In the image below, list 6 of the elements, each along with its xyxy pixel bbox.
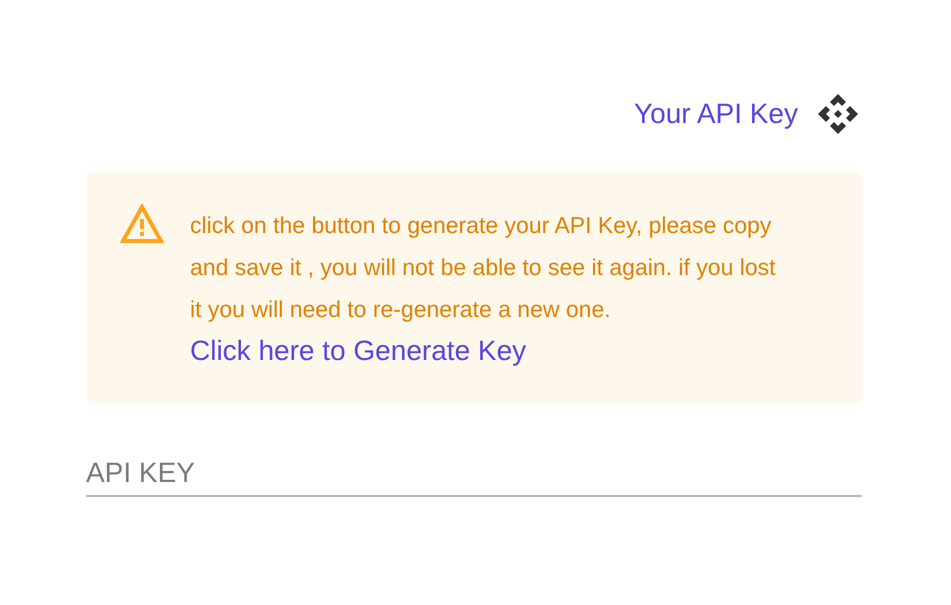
api-key-field[interactable]: API KEY <box>86 455 862 497</box>
generate-key-link[interactable]: Click here to Generate Key <box>190 335 526 366</box>
warning-icon <box>120 204 164 244</box>
alert-message: click on the button to generate your API Key, please copy and save it , you will not be able to see it again. if you lost it you will need to re-generate a new one. Click here to Generate Key <box>190 211 777 368</box>
diamond-cluster-icon <box>816 92 860 136</box>
section-title: Your API Key <box>634 97 798 131</box>
